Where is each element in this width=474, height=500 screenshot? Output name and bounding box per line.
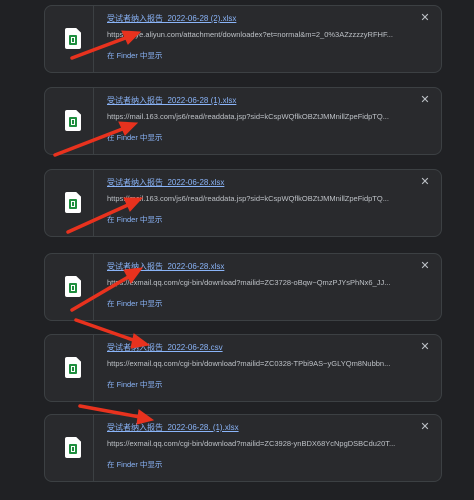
download-source-url: https://mail.163.com/js6/read/readdata.j…	[107, 112, 389, 121]
show-in-finder-link[interactable]: 在 Finder 中显示	[107, 214, 162, 225]
divider	[93, 415, 94, 481]
download-item: 受试者纳入报告_2022-06-28 (1).xlsx https://mail…	[44, 87, 442, 155]
close-icon[interactable]: ✕	[419, 94, 431, 106]
spreadsheet-file-icon	[65, 110, 81, 131]
download-item: 受试者纳入报告_2022-06-28.csv https://exmail.qq…	[44, 334, 442, 402]
download-filename-link[interactable]: 受试者纳入报告_2022-06-28 (2).xlsx	[107, 13, 236, 24]
spreadsheet-file-icon	[65, 192, 81, 213]
download-source-url: https://qiye.aliyun.com/attachment/downl…	[107, 30, 393, 39]
show-in-finder-link[interactable]: 在 Finder 中显示	[107, 298, 162, 309]
close-icon[interactable]: ✕	[419, 341, 431, 353]
download-filename-link[interactable]: 受试者纳入报告_2022-06-28.csv	[107, 342, 223, 353]
download-item: 受试者纳入报告_2022-06-28 (2).xlsx https://qiye…	[44, 5, 442, 73]
close-icon[interactable]: ✕	[419, 421, 431, 433]
close-icon[interactable]: ✕	[419, 12, 431, 24]
download-filename-link[interactable]: 受试者纳入报告_2022-06-28.xlsx	[107, 177, 224, 188]
download-source-url: https://exmail.qq.com/cgi-bin/download?m…	[107, 359, 391, 368]
spreadsheet-file-icon	[65, 437, 81, 458]
download-source-url: https://mail.163.com/js6/read/readdata.j…	[107, 194, 389, 203]
downloads-page: 受试者纳入报告_2022-06-28 (2).xlsx https://qiye…	[0, 0, 474, 500]
download-source-url: https://exmail.qq.com/cgi-bin/download?m…	[107, 439, 396, 448]
divider	[93, 254, 94, 320]
spreadsheet-file-icon	[65, 28, 81, 49]
divider	[93, 335, 94, 401]
show-in-finder-link[interactable]: 在 Finder 中显示	[107, 379, 162, 390]
download-filename-link[interactable]: 受试者纳入报告_2022-06-28 (1).xlsx	[107, 95, 236, 106]
show-in-finder-link[interactable]: 在 Finder 中显示	[107, 459, 162, 470]
spreadsheet-file-icon	[65, 357, 81, 378]
download-filename-link[interactable]: 受试者纳入报告_2022-06-28.xlsx	[107, 261, 224, 272]
show-in-finder-link[interactable]: 在 Finder 中显示	[107, 132, 162, 143]
download-item: 受试者纳入报告_2022-06-28.xlsx https://mail.163…	[44, 169, 442, 237]
close-icon[interactable]: ✕	[419, 176, 431, 188]
download-item: 受试者纳入报告_2022-06-28.xlsx https://exmail.q…	[44, 253, 442, 321]
download-filename-link[interactable]: 受试者纳入报告_2022-06-28. (1).xlsx	[107, 422, 239, 433]
spreadsheet-file-icon	[65, 276, 81, 297]
close-icon[interactable]: ✕	[419, 260, 431, 272]
divider	[93, 170, 94, 236]
download-source-url: https://exmail.qq.com/cgi-bin/download?m…	[107, 278, 391, 287]
divider	[93, 6, 94, 72]
divider	[93, 88, 94, 154]
show-in-finder-link[interactable]: 在 Finder 中显示	[107, 50, 162, 61]
download-item: 受试者纳入报告_2022-06-28. (1).xlsx https://exm…	[44, 414, 442, 482]
